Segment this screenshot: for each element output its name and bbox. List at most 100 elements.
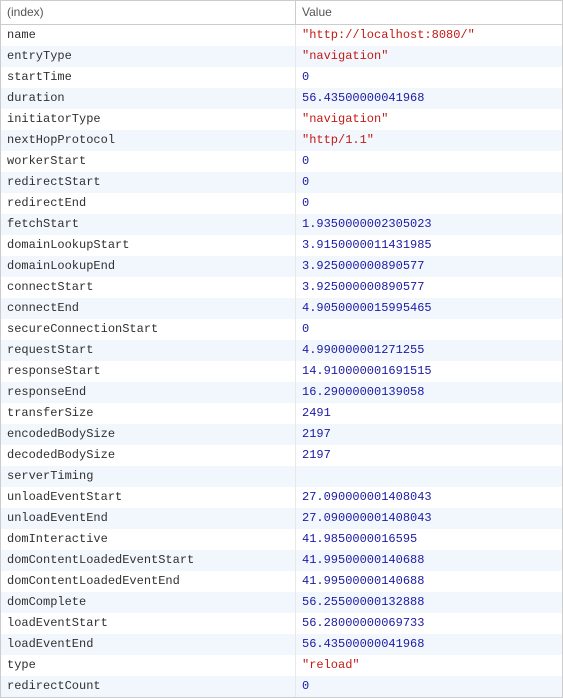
row-value: 41.99500000140688 bbox=[296, 550, 563, 571]
row-value: 0 bbox=[296, 319, 563, 340]
row-key: responseEnd bbox=[1, 382, 296, 403]
row-key: loadEventEnd bbox=[1, 634, 296, 655]
row-value: 56.43500000041968 bbox=[296, 634, 563, 655]
table-row[interactable]: connectEnd4.9050000015995465 bbox=[1, 298, 562, 319]
table-row[interactable]: type"reload" bbox=[1, 655, 562, 676]
table-row[interactable]: decodedBodySize2197 bbox=[1, 445, 562, 466]
row-value bbox=[296, 466, 563, 487]
table-row[interactable]: domainLookupStart3.9150000011431985 bbox=[1, 235, 562, 256]
row-key: domainLookupEnd bbox=[1, 256, 296, 277]
row-value: "http/1.1" bbox=[296, 130, 563, 151]
table-row[interactable]: domComplete56.25500000132888 bbox=[1, 592, 562, 613]
table-header-row: (index) Value bbox=[1, 1, 562, 25]
row-value: 56.43500000041968 bbox=[296, 88, 563, 109]
row-key: decodedBodySize bbox=[1, 445, 296, 466]
table-row[interactable]: redirectStart0 bbox=[1, 172, 562, 193]
row-key: initiatorType bbox=[1, 109, 296, 130]
table-row[interactable]: encodedBodySize2197 bbox=[1, 424, 562, 445]
table-row[interactable]: startTime0 bbox=[1, 67, 562, 88]
table-row[interactable]: domContentLoadedEventEnd41.9950000014068… bbox=[1, 571, 562, 592]
row-key: startTime bbox=[1, 67, 296, 88]
table-row[interactable]: duration56.43500000041968 bbox=[1, 88, 562, 109]
table-row[interactable]: initiatorType"navigation" bbox=[1, 109, 562, 130]
table-row[interactable]: serverTiming bbox=[1, 466, 562, 487]
table-row[interactable]: transferSize2491 bbox=[1, 403, 562, 424]
row-key: unloadEventEnd bbox=[1, 508, 296, 529]
table-row[interactable]: redirectCount0 bbox=[1, 676, 562, 697]
table-row[interactable]: domainLookupEnd3.925000000890577 bbox=[1, 256, 562, 277]
table-row[interactable]: loadEventStart56.28000000069733 bbox=[1, 613, 562, 634]
table-row[interactable]: redirectEnd0 bbox=[1, 193, 562, 214]
row-value: "navigation" bbox=[296, 109, 563, 130]
row-value: 2197 bbox=[296, 445, 563, 466]
row-value: 2197 bbox=[296, 424, 563, 445]
table-row[interactable]: unloadEventStart27.090000001408043 bbox=[1, 487, 562, 508]
table-row[interactable]: loadEventEnd56.43500000041968 bbox=[1, 634, 562, 655]
row-value: 16.29000000139058 bbox=[296, 382, 563, 403]
table-row[interactable]: unloadEventEnd27.090000001408043 bbox=[1, 508, 562, 529]
row-value: 0 bbox=[296, 67, 563, 88]
row-key: serverTiming bbox=[1, 466, 296, 487]
row-key: loadEventStart bbox=[1, 613, 296, 634]
row-key: encodedBodySize bbox=[1, 424, 296, 445]
row-key: requestStart bbox=[1, 340, 296, 361]
table-row[interactable]: domInteractive41.9850000016595 bbox=[1, 529, 562, 550]
table-row[interactable]: requestStart4.990000001271255 bbox=[1, 340, 562, 361]
table-row[interactable]: fetchStart1.9350000002305023 bbox=[1, 214, 562, 235]
row-value: 41.9850000016595 bbox=[296, 529, 563, 550]
row-key: domContentLoadedEventStart bbox=[1, 550, 296, 571]
row-value: 56.28000000069733 bbox=[296, 613, 563, 634]
row-key: redirectEnd bbox=[1, 193, 296, 214]
table-row[interactable]: responseEnd16.29000000139058 bbox=[1, 382, 562, 403]
row-key: connectStart bbox=[1, 277, 296, 298]
row-value: 0 bbox=[296, 676, 563, 697]
row-key: connectEnd bbox=[1, 298, 296, 319]
row-value: 27.090000001408043 bbox=[296, 508, 563, 529]
row-key: name bbox=[1, 25, 296, 47]
table-row[interactable]: workerStart0 bbox=[1, 151, 562, 172]
table-row[interactable]: nextHopProtocol"http/1.1" bbox=[1, 130, 562, 151]
row-value: 2491 bbox=[296, 403, 563, 424]
row-key: nextHopProtocol bbox=[1, 130, 296, 151]
row-key: domContentLoadedEventEnd bbox=[1, 571, 296, 592]
row-value: 14.910000001691515 bbox=[296, 361, 563, 382]
table-row[interactable]: name"http://localhost:8080/" bbox=[1, 25, 562, 47]
row-value: 0 bbox=[296, 151, 563, 172]
table-row[interactable]: entryType"navigation" bbox=[1, 46, 562, 67]
row-key: domainLookupStart bbox=[1, 235, 296, 256]
row-key: domComplete bbox=[1, 592, 296, 613]
row-value: 4.9050000015995465 bbox=[296, 298, 563, 319]
row-key: fetchStart bbox=[1, 214, 296, 235]
row-value: 3.925000000890577 bbox=[296, 256, 563, 277]
row-key: secureConnectionStart bbox=[1, 319, 296, 340]
table-row[interactable]: domContentLoadedEventStart41.99500000140… bbox=[1, 550, 562, 571]
table-row[interactable]: connectStart3.925000000890577 bbox=[1, 277, 562, 298]
header-value[interactable]: Value bbox=[296, 1, 563, 25]
row-value: 27.090000001408043 bbox=[296, 487, 563, 508]
table-row[interactable]: secureConnectionStart0 bbox=[1, 319, 562, 340]
row-key: unloadEventStart bbox=[1, 487, 296, 508]
data-table: (index) Value name"http://localhost:8080… bbox=[1, 1, 562, 697]
row-value: "http://localhost:8080/" bbox=[296, 25, 563, 47]
row-value: 1.9350000002305023 bbox=[296, 214, 563, 235]
header-index[interactable]: (index) bbox=[1, 1, 296, 25]
row-value: 3.925000000890577 bbox=[296, 277, 563, 298]
row-value: 4.990000001271255 bbox=[296, 340, 563, 361]
row-key: transferSize bbox=[1, 403, 296, 424]
row-key: duration bbox=[1, 88, 296, 109]
row-value: 3.9150000011431985 bbox=[296, 235, 563, 256]
table-row[interactable]: responseStart14.910000001691515 bbox=[1, 361, 562, 382]
row-value: "reload" bbox=[296, 655, 563, 676]
row-value: 41.99500000140688 bbox=[296, 571, 563, 592]
row-key: redirectCount bbox=[1, 676, 296, 697]
table-body: name"http://localhost:8080/"entryType"na… bbox=[1, 25, 562, 698]
row-value: 0 bbox=[296, 193, 563, 214]
row-key: workerStart bbox=[1, 151, 296, 172]
row-key: responseStart bbox=[1, 361, 296, 382]
row-key: domInteractive bbox=[1, 529, 296, 550]
row-key: type bbox=[1, 655, 296, 676]
row-value: "navigation" bbox=[296, 46, 563, 67]
row-key: entryType bbox=[1, 46, 296, 67]
row-value: 0 bbox=[296, 172, 563, 193]
console-table: (index) Value name"http://localhost:8080… bbox=[0, 0, 563, 698]
